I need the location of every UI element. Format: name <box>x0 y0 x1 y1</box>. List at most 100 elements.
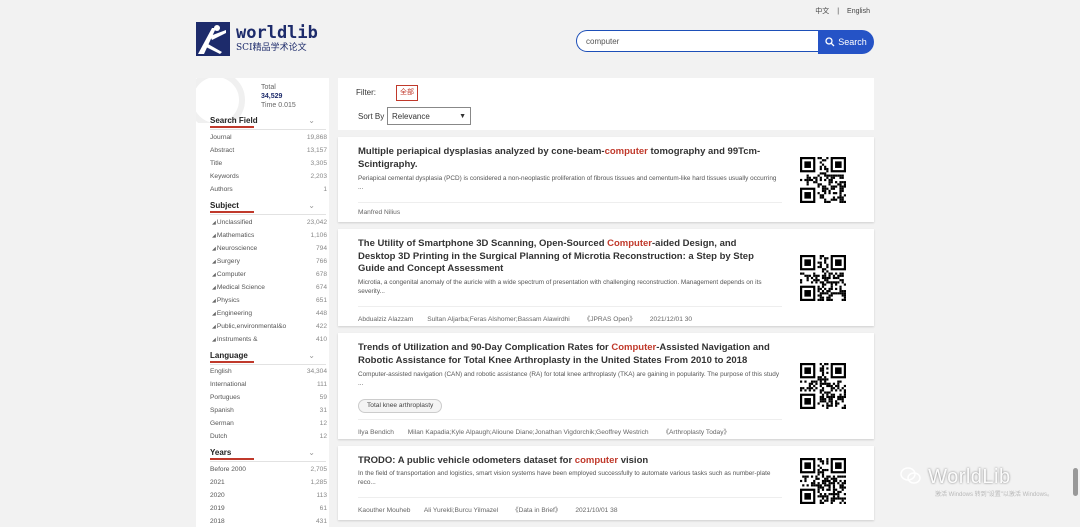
expand-arrow-icon: ◢ <box>212 298 216 304</box>
facet-item[interactable]: German 12 <box>210 419 327 429</box>
divider <box>210 364 326 365</box>
facet-item[interactable]: 2018 431 <box>210 517 327 527</box>
result-meta: Kaouther Mouheb Ali Yurekli;Burcu Yilmaz… <box>358 504 798 514</box>
result-abstract: Computer-assisted navigation (CAN) and r… <box>358 371 780 387</box>
coauthors[interactable]: Sultan Aljarba;Feras Alshomer;Bassam Ala… <box>427 316 570 323</box>
facet-item[interactable]: Before 2000 2,705 <box>210 465 327 475</box>
lang-english-link[interactable]: English <box>847 8 870 15</box>
facet-item[interactable]: ◢Physics 651 <box>212 296 327 306</box>
facet-item[interactable]: Abstract 13,157 <box>210 146 327 156</box>
coauthors[interactable]: Ali Yurekli;Burcu Yilmazel <box>424 507 498 514</box>
wechat-watermark: WorldLib <box>900 466 1011 489</box>
facet-item[interactable]: 2020 113 <box>210 491 327 501</box>
result-total: Total 34,529 Time 0.015 <box>261 83 296 110</box>
result-meta: Abdualziz Alazzam Sultan Aljarba;Feras A… <box>358 313 798 323</box>
search-bar: computer Search <box>576 30 874 54</box>
facet-item[interactable]: ◢Mathematics 1,106 <box>212 231 327 241</box>
sort-selected-value: Relevance <box>392 112 430 121</box>
section-years[interactable]: Years <box>210 448 255 460</box>
author-link[interactable]: Abdualziz Alazzam <box>358 316 413 323</box>
expand-arrow-icon: ◢ <box>212 311 216 317</box>
facet-item[interactable]: Title 3,305 <box>210 159 327 169</box>
logo-icon <box>196 22 230 56</box>
divider <box>358 497 782 498</box>
facet-item[interactable]: Keywords 2,203 <box>210 172 327 182</box>
facet-item[interactable]: ◢Instruments & 410 <box>212 335 327 345</box>
expand-arrow-icon: ◢ <box>212 220 216 226</box>
author-link[interactable]: Kaouther Mouheb <box>358 507 410 514</box>
query-time: Time 0.015 <box>261 102 296 109</box>
author-link[interactable]: Manfred Nilius <box>358 209 400 216</box>
divider <box>358 202 782 203</box>
qr-code-icon <box>800 363 846 409</box>
divider <box>210 214 326 215</box>
journal-link[interactable]: 《Arthroplasty Today》 <box>662 429 730 436</box>
total-count: 34,529 <box>261 93 283 100</box>
expand-arrow-icon: ◢ <box>212 246 216 252</box>
chevron-down-icon[interactable]: ⌄ <box>308 351 315 360</box>
section-language[interactable]: Language <box>210 351 254 363</box>
facet-item[interactable]: 2019 61 <box>210 504 327 514</box>
site-logo[interactable]: worldlib SCI精品学术论文 <box>196 22 318 56</box>
chevron-down-icon: ▼ <box>459 113 466 120</box>
qr-code-icon <box>800 157 846 203</box>
expand-arrow-icon: ◢ <box>212 272 216 278</box>
result-card: Trends of Utilization and 90-Day Complic… <box>338 333 874 439</box>
sort-label: Sort By <box>358 112 385 121</box>
total-label: Total <box>261 84 276 91</box>
coauthors[interactable]: Milan Kapadia;Kyle Alpaugh;Alioune Diane… <box>408 429 649 436</box>
facet-item[interactable]: ◢Unclassified 23,042 <box>212 218 327 228</box>
facet-item[interactable]: ◢Public,environmental&o 422 <box>212 322 327 332</box>
lang-chinese-link[interactable]: 中文 <box>815 8 829 15</box>
filter-label: Filter: <box>356 88 376 97</box>
expand-arrow-icon: ◢ <box>212 259 216 265</box>
facet-item[interactable]: International 111 <box>210 380 327 390</box>
search-icon <box>825 37 835 47</box>
result-meta: Ilya Bendich Milan Kapadia;Kyle Alpaugh;… <box>358 426 798 436</box>
scrollbar-thumb[interactable] <box>1073 468 1078 496</box>
qr-code-icon <box>800 458 846 504</box>
result-title[interactable]: The Utility of Smartphone 3D Scanning, O… <box>358 238 772 276</box>
filter-all-badge[interactable]: 全部 <box>396 85 418 101</box>
facet-sidebar: Total 34,529 Time 0.015 Search Field ⌄ J… <box>196 78 329 527</box>
filter-bar: Filter: 全部 Sort By Relevance ▼ <box>338 78 874 130</box>
result-title[interactable]: TRODO: A public vehicle odometers datase… <box>358 455 772 468</box>
facet-item[interactable]: Portugues 59 <box>210 393 327 403</box>
divider <box>358 419 782 420</box>
result-card: The Utility of Smartphone 3D Scanning, O… <box>338 229 874 326</box>
section-subject[interactable]: Subject <box>210 201 254 213</box>
facet-item[interactable]: English 34,304 <box>210 367 327 377</box>
site-header: worldlib SCI精品学术论文 中文 | English computer… <box>0 0 1080 70</box>
language-switcher: 中文 | English <box>812 6 873 16</box>
result-title[interactable]: Trends of Utilization and 90-Day Complic… <box>358 342 772 367</box>
result-title[interactable]: Multiple periapical dysplasias analyzed … <box>358 146 772 171</box>
keyword-tag[interactable]: Total knee arthroplasty <box>358 399 443 413</box>
facet-item[interactable]: ◢Engineering 448 <box>212 309 327 319</box>
facet-item[interactable]: ◢Surgery 766 <box>212 257 327 267</box>
page-scrollbar[interactable] <box>1072 0 1080 527</box>
publish-date: 2021/12/01 30 <box>649 316 693 323</box>
activation-notice: 激活 Windows 转到"设置"以激活 Windows。 <box>935 492 1053 498</box>
facet-item[interactable]: Journal 19,868 <box>210 133 327 143</box>
facet-item[interactable]: Dutch 12 <box>210 432 327 442</box>
search-button-label: Search <box>838 37 867 47</box>
expand-arrow-icon: ◢ <box>212 233 216 239</box>
facet-item[interactable]: Authors 1 <box>210 185 327 195</box>
facet-item[interactable]: ◢Medical Science 674 <box>212 283 327 293</box>
logo-title: worldlib <box>236 23 318 43</box>
facet-item[interactable]: ◢Neuroscience 794 <box>212 244 327 254</box>
section-search-field[interactable]: Search Field <box>210 116 258 128</box>
result-abstract: Periapical cemental dysplasia (PCD) is c… <box>358 175 777 191</box>
facet-item[interactable]: 2021 1,285 <box>210 478 327 488</box>
facet-item[interactable]: ◢Computer 678 <box>212 270 327 280</box>
sort-select[interactable]: Relevance ▼ <box>387 107 471 125</box>
facet-item[interactable]: Spanish 31 <box>210 406 327 416</box>
search-button[interactable]: Search <box>818 30 874 54</box>
chevron-down-icon[interactable]: ⌄ <box>308 448 315 457</box>
journal-link[interactable]: 《JPRAS Open》 <box>584 316 636 323</box>
author-link[interactable]: Ilya Bendich <box>358 429 394 436</box>
journal-link[interactable]: 《Data in Brief》 <box>512 507 561 514</box>
search-input[interactable]: computer <box>576 30 819 52</box>
chevron-down-icon[interactable]: ⌄ <box>308 116 315 125</box>
chevron-down-icon[interactable]: ⌄ <box>308 201 315 210</box>
